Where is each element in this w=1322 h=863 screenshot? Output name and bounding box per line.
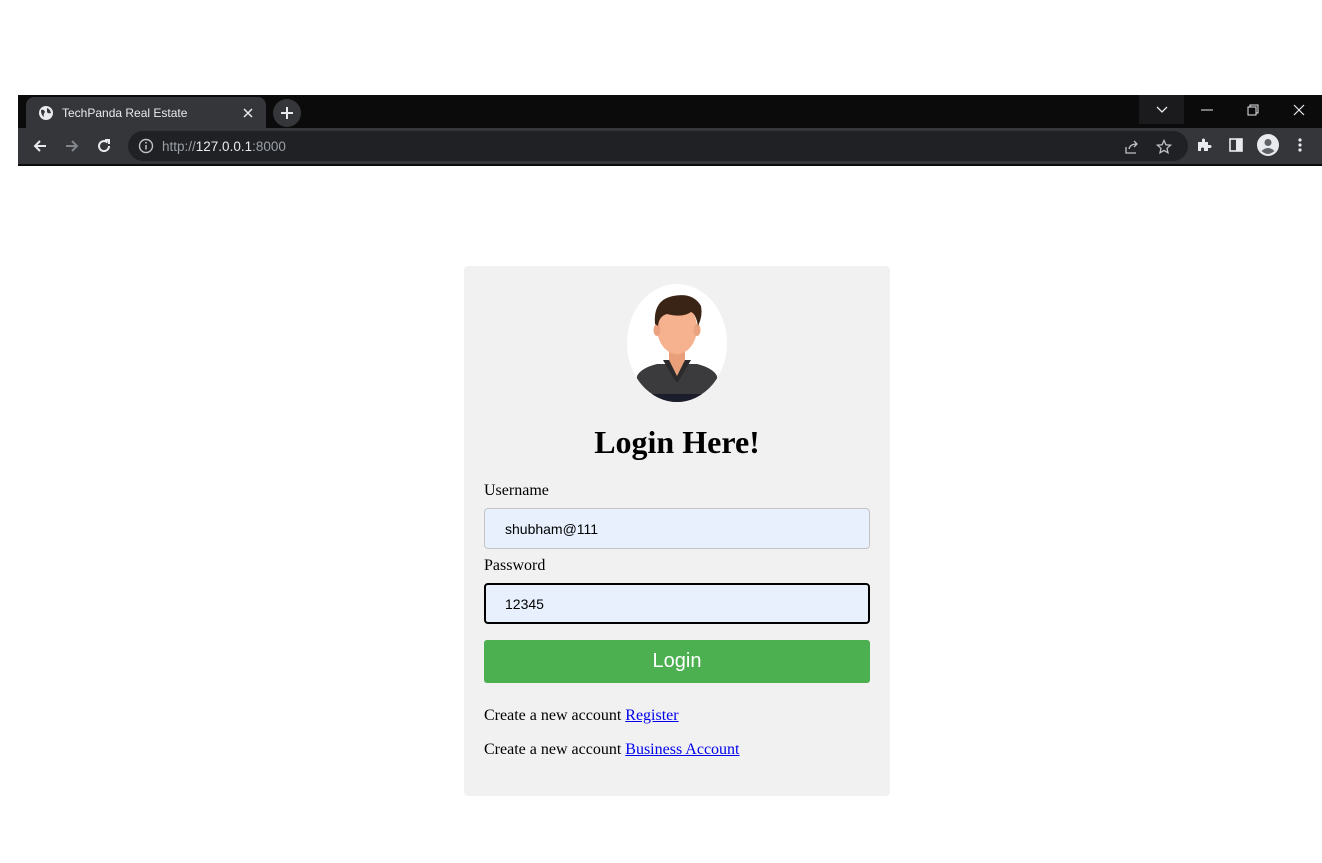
- globe-icon: [38, 105, 54, 121]
- browser-window: TechPanda Real Estate http://127.0.0.1:8…: [18, 95, 1322, 166]
- back-button[interactable]: [26, 132, 54, 160]
- tab-active[interactable]: TechPanda Real Estate: [26, 97, 266, 128]
- reload-button[interactable]: [90, 132, 118, 160]
- tab-strip: TechPanda Real Estate: [18, 95, 1322, 128]
- username-label: Username: [484, 482, 549, 499]
- side-panel-icon[interactable]: [1224, 133, 1248, 157]
- forward-button[interactable]: [58, 132, 86, 160]
- username-input[interactable]: [484, 508, 870, 549]
- business-account-link[interactable]: Business Account: [625, 741, 739, 758]
- business-account-line: Create a new account Business Account: [484, 741, 739, 759]
- profile-avatar-icon[interactable]: [1256, 133, 1280, 157]
- url-text: http://127.0.0.1:8000: [162, 139, 286, 154]
- url-host: 127.0.0.1: [195, 138, 253, 154]
- restore-icon: [1247, 104, 1258, 115]
- reload-icon: [98, 139, 111, 153]
- password-input[interactable]: [484, 583, 870, 624]
- business-prefix-text: Create a new account: [484, 741, 626, 758]
- restore-button[interactable]: [1230, 95, 1275, 124]
- url-scheme: http://: [162, 138, 196, 154]
- arrow-right-icon: [66, 140, 79, 152]
- plus-icon: [281, 107, 293, 119]
- extensions-icon[interactable]: [1192, 133, 1216, 157]
- close-tab-icon[interactable]: [240, 105, 256, 121]
- url-port: :8000: [252, 138, 286, 154]
- page-title: Login Here!: [594, 424, 760, 460]
- minimize-button[interactable]: [1184, 95, 1229, 124]
- browser-toolbar: http://127.0.0.1:8000: [18, 128, 1322, 166]
- login-card: Login Here! Username Password Login Crea…: [464, 266, 890, 796]
- share-icon[interactable]: [1122, 137, 1142, 157]
- tab-search-button[interactable]: [1139, 95, 1184, 124]
- minimize-icon: [1200, 109, 1213, 110]
- toolbar-divider: [18, 164, 1322, 166]
- address-bar[interactable]: http://127.0.0.1:8000: [128, 131, 1188, 161]
- user-avatar-image: [627, 284, 727, 402]
- star-icon[interactable]: [1154, 137, 1174, 157]
- info-icon[interactable]: [138, 138, 154, 154]
- register-prefix-text: Create a new account: [484, 707, 626, 724]
- password-label: Password: [484, 557, 546, 574]
- menu-kebab-icon[interactable]: [1288, 133, 1312, 157]
- chevron-down-icon: [1156, 106, 1167, 113]
- arrow-left-icon: [33, 140, 46, 152]
- tab-title: TechPanda Real Estate: [62, 105, 188, 120]
- new-tab-button[interactable]: [273, 99, 301, 127]
- register-link[interactable]: Register: [625, 707, 678, 724]
- close-window-button[interactable]: [1276, 95, 1321, 124]
- close-icon: [1293, 104, 1304, 115]
- login-button[interactable]: Login: [484, 640, 870, 683]
- register-line: Create a new account Register: [484, 707, 679, 725]
